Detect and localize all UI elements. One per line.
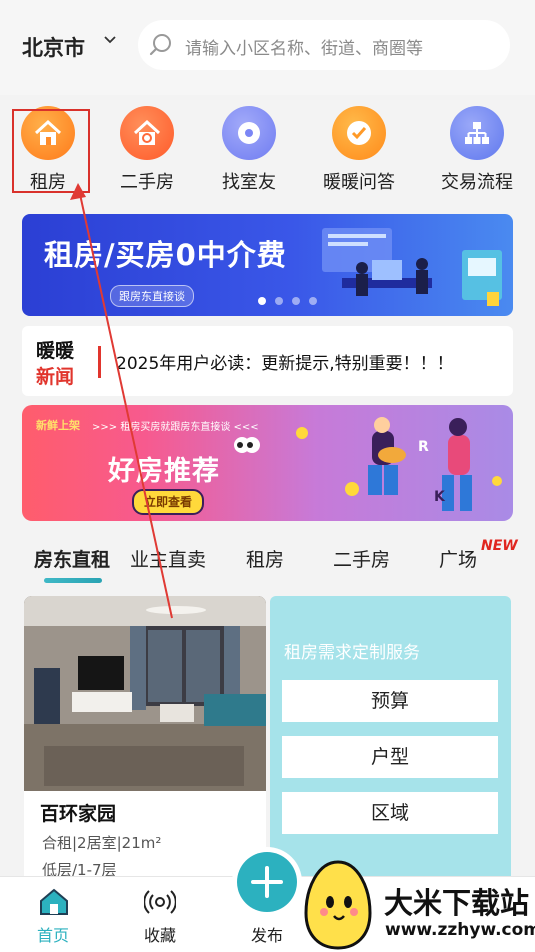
plus-icon [251, 866, 283, 898]
nav-label: 收藏 [143, 926, 176, 945]
publish-fab-button[interactable] [237, 852, 297, 912]
mascot-logo [304, 860, 372, 950]
watermark: 大米下载站 www.zzhyw.com [298, 858, 535, 951]
watermark-name: 大米下载站 [384, 886, 530, 920]
signal-icon [144, 890, 176, 914]
nav-label: 首页 [36, 926, 69, 945]
home-icon [40, 888, 68, 915]
nav-label: 发布 [250, 926, 283, 945]
watermark-url: www.zzhyw.com [385, 920, 535, 940]
annotation-arrow [70, 183, 173, 619]
